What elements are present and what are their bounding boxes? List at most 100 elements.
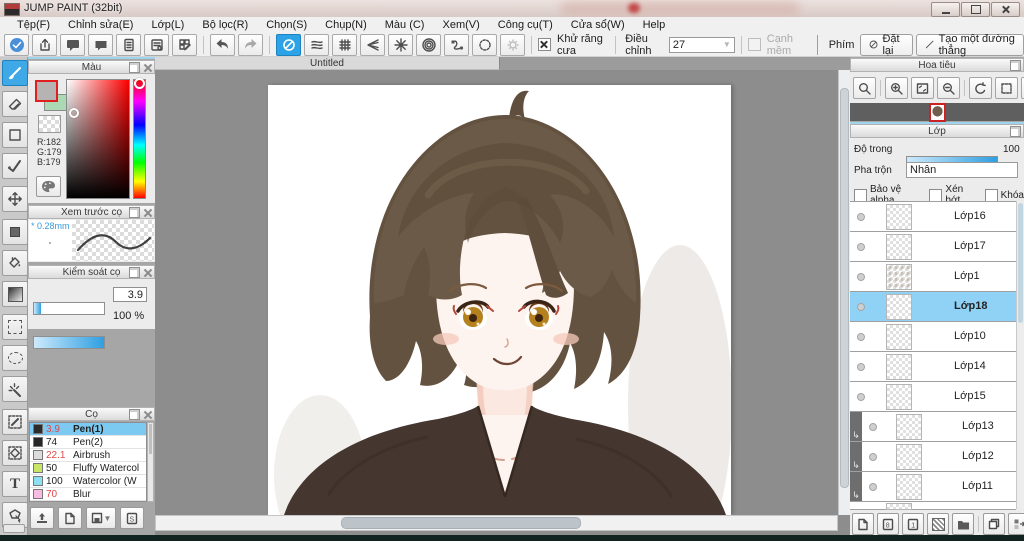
maximize-button[interactable] — [961, 2, 990, 17]
brush-row[interactable]: 74 Pen(2) — [30, 436, 146, 449]
popout-icon[interactable] — [129, 409, 140, 420]
brush-preview-header[interactable]: Xem trước cọ — [28, 205, 155, 219]
cloud-sync-button[interactable] — [4, 33, 29, 56]
new-layer-button[interactable] — [852, 513, 874, 535]
text-tool[interactable]: T — [2, 471, 28, 497]
canvas-horizontal-scrollbar[interactable] — [155, 515, 838, 531]
visibility-dot[interactable] — [857, 333, 865, 341]
layer-row-clipped[interactable]: ↳ Lớp12 — [850, 442, 1016, 472]
layer-row[interactable]: Lớp16 — [850, 202, 1016, 232]
chat-button[interactable] — [88, 33, 113, 56]
new-1bit-layer-button[interactable]: 1 — [902, 513, 924, 535]
new-folder-button[interactable] — [952, 513, 974, 535]
visibility-dot[interactable] — [869, 483, 877, 491]
lock-checkbox[interactable] — [984, 188, 998, 202]
drawing-canvas[interactable] — [268, 85, 731, 515]
document-button[interactable] — [116, 33, 141, 56]
undo-button[interactable] — [210, 33, 235, 56]
horizontal-scroll-thumb[interactable] — [341, 517, 581, 529]
visibility-dot[interactable] — [869, 423, 877, 431]
close-icon[interactable] — [143, 208, 152, 217]
layer-list-scrollbar[interactable] — [1016, 201, 1024, 509]
magic-wand-tool[interactable] — [2, 376, 28, 402]
vanishing-point-button[interactable] — [360, 33, 385, 56]
layer-row[interactable]: Lớp14 — [850, 352, 1016, 382]
visibility-dot[interactable] — [857, 363, 865, 371]
brush-size-value[interactable]: 3.9 — [113, 287, 147, 302]
menu-filter[interactable]: Bộ lọc(R) — [193, 19, 257, 31]
straight-line-button[interactable]: Tạo một đường thẳng — [916, 33, 1024, 57]
hue-cursor[interactable] — [134, 78, 145, 89]
close-icon[interactable] — [143, 63, 152, 72]
layers-header[interactable]: Lớp — [850, 124, 1024, 138]
menu-layer[interactable]: Lớp(L) — [142, 19, 193, 31]
duplicate-layer-button[interactable] — [983, 513, 1005, 535]
brush-control-header[interactable]: Kiểm soát cọ — [28, 265, 155, 279]
minimize-button[interactable] — [931, 2, 960, 17]
transparent-color-swatch[interactable] — [38, 115, 61, 133]
polyline-tool[interactable] — [2, 153, 28, 179]
shape-tool[interactable] — [2, 122, 28, 148]
color-panel-header[interactable]: Màu — [28, 60, 155, 74]
visibility-dot[interactable] — [857, 303, 865, 311]
no-symmetry-button[interactable] — [276, 33, 301, 56]
navigator-preview-strip[interactable] — [850, 102, 1024, 122]
brush-row[interactable]: 3.9 Pen(1) — [30, 423, 146, 436]
layer-row-selected[interactable]: Lớp18 — [850, 292, 1016, 322]
navigator-thumbnail[interactable] — [928, 102, 946, 122]
blend-combobox[interactable]: Nhân — [906, 162, 1018, 178]
menu-file[interactable]: Tệp(F) — [8, 19, 59, 31]
rect-select-tool[interactable] — [2, 314, 28, 340]
grid-ruler-button[interactable] — [332, 33, 357, 56]
layer-row[interactable]: Lớp15 — [850, 382, 1016, 412]
visibility-dot[interactable] — [857, 213, 865, 221]
adjust-combobox[interactable]: 27 ▼ — [668, 36, 735, 53]
protect-alpha-checkbox[interactable] — [854, 188, 867, 202]
popout-icon[interactable] — [129, 62, 140, 73]
visibility-dot[interactable] — [857, 393, 865, 401]
brush-tool[interactable] — [2, 60, 28, 86]
menu-snap[interactable]: Chụp(N) — [316, 19, 376, 31]
visibility-dot[interactable] — [857, 273, 865, 281]
brush-script-button[interactable]: S — [120, 507, 144, 529]
tool-strip-grip[interactable] — [3, 524, 25, 533]
primary-color-swatch[interactable] — [35, 80, 58, 102]
brush-size-slider[interactable] — [33, 302, 105, 315]
popout-icon[interactable] — [1010, 126, 1021, 137]
soft-edge-checkbox[interactable] — [747, 38, 761, 51]
panel-settings-button[interactable] — [144, 33, 169, 56]
brush-cloud-button[interactable] — [30, 507, 54, 529]
sv-cursor[interactable] — [69, 108, 79, 118]
parallel-ruler-button[interactable] — [304, 33, 329, 56]
document-tab[interactable]: Untitled — [155, 57, 500, 70]
concentric-ruler-button[interactable] — [416, 33, 441, 56]
eraser-tool[interactable] — [2, 91, 28, 117]
lasso-select-tool[interactable] — [2, 345, 28, 371]
bucket-tool[interactable] — [2, 250, 28, 276]
visibility-dot[interactable] — [857, 243, 865, 251]
vertical-scroll-thumb[interactable] — [840, 88, 849, 488]
reset-button[interactable]: Đặt lại — [860, 33, 914, 57]
brush-row[interactable]: 22.1 Airbrush — [30, 449, 146, 462]
saturation-value-picker[interactable] — [66, 79, 130, 199]
close-button[interactable] — [991, 2, 1020, 17]
close-icon[interactable] — [143, 268, 152, 277]
menu-view[interactable]: Xem(V) — [433, 19, 488, 31]
close-icon[interactable] — [143, 410, 152, 419]
palette-button[interactable] — [36, 176, 61, 197]
layer-row-clipped[interactable]: ↳ Lớp11 — [850, 472, 1016, 502]
zoom-out-button[interactable] — [937, 77, 960, 99]
move-tool[interactable] — [2, 186, 28, 212]
brush-row[interactable]: 50 Fluffy Watercol — [30, 462, 146, 475]
merge-layer-button[interactable] — [1008, 513, 1024, 535]
zoom-reset-button[interactable] — [853, 77, 876, 99]
menu-tools[interactable]: Công cụ(T) — [489, 19, 562, 31]
brush-row[interactable]: 100 Watercolor (W — [30, 475, 146, 488]
new-8bit-layer-button[interactable]: 8 — [877, 513, 899, 535]
canvas-vertical-scrollbar[interactable] — [838, 70, 850, 515]
menu-window[interactable]: Cửa sổ(W) — [562, 19, 634, 31]
comment-button[interactable] — [60, 33, 85, 56]
radial-ruler-button[interactable] — [388, 33, 413, 56]
layer-row[interactable]: Lớp1 — [850, 262, 1016, 292]
layer-scroll-thumb[interactable] — [1018, 203, 1023, 323]
